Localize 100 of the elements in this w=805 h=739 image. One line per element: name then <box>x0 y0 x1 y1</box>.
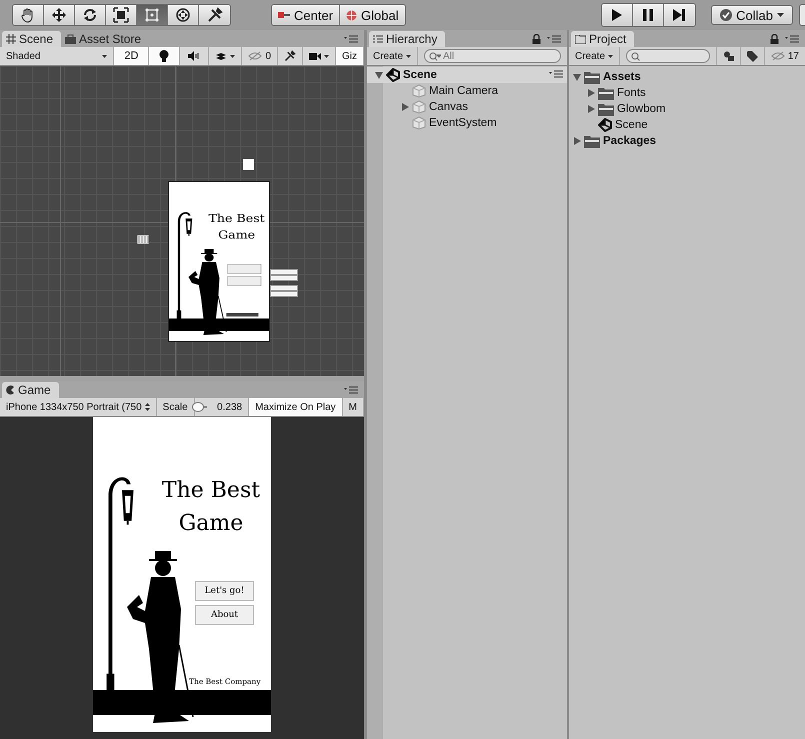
layers-icon <box>215 51 228 61</box>
asset-label[interactable]: Scene <box>615 119 648 131</box>
lightbulb-icon <box>159 50 170 62</box>
panel-menu-icon[interactable] <box>785 34 799 42</box>
create-dropdown[interactable]: Create <box>569 47 620 65</box>
panel-tab[interactable]: Asset Store <box>61 31 150 47</box>
transform-tool-button[interactable] <box>168 5 199 25</box>
tools-icon <box>206 7 222 23</box>
dropdown-caret-icon <box>102 54 108 58</box>
scale-slider[interactable] <box>190 402 210 412</box>
folder-icon <box>598 86 614 100</box>
toolbar-toggle[interactable]: M <box>342 398 364 416</box>
folder-label[interactable]: Glowbom <box>617 103 666 115</box>
collab-button[interactable]: Collab <box>711 5 793 25</box>
rotate-tool-button[interactable] <box>75 5 106 25</box>
collapsed-arrow-icon[interactable] <box>573 137 581 145</box>
cube-icon <box>412 100 426 114</box>
collapsed-arrow-icon[interactable] <box>587 89 595 97</box>
hierarchy-item[interactable]: Canvas <box>429 101 468 113</box>
hierarchy-item[interactable]: EventSystem <box>429 117 497 129</box>
folder-label[interactable]: Assets <box>603 71 641 83</box>
move-arrows-icon <box>51 7 67 23</box>
panel-tab[interactable]: Hierarchy <box>369 31 446 47</box>
space-toggle-button[interactable]: Global <box>340 5 405 25</box>
grid-icon <box>6 34 16 44</box>
folder-label[interactable]: Fonts <box>617 87 646 99</box>
step-button[interactable] <box>664 4 695 26</box>
menu-button[interactable]: About <box>195 605 254 625</box>
video-camera-icon <box>309 52 321 60</box>
search-field[interactable]: All <box>424 49 561 63</box>
selection-handle[interactable] <box>243 159 254 170</box>
dropdown-caret-icon <box>230 54 236 58</box>
hand-tool-button[interactable] <box>13 5 44 25</box>
expanded-arrow-icon[interactable] <box>375 71 383 79</box>
cube-icon <box>412 84 426 98</box>
lighting-toggle-button[interactable] <box>149 47 180 65</box>
hierarchy-item[interactable]: Main Camera <box>429 85 498 97</box>
stepper-icon <box>144 403 150 411</box>
speaker-icon <box>188 51 200 61</box>
pause-button[interactable] <box>632 4 664 26</box>
game-tab-icon <box>6 385 15 395</box>
search-field[interactable] <box>626 49 710 63</box>
dropdown-caret-icon <box>324 54 329 58</box>
caret-icon <box>777 13 784 17</box>
bag-icon <box>65 34 76 44</box>
resolution-dropdown[interactable]: iPhone 1334x750 Portrait (750 <box>0 398 157 416</box>
hidden-packages-button[interactable]: 17 <box>764 47 805 65</box>
hidden-eye-icon <box>248 51 262 61</box>
pivot-toggle-button[interactable]: Center <box>272 5 340 25</box>
transform-icon <box>175 7 191 23</box>
lock-icon[interactable] <box>532 34 541 44</box>
unity-logo-icon <box>386 68 400 82</box>
preview-button-shape <box>227 264 262 274</box>
globe-icon <box>346 10 358 20</box>
create-dropdown[interactable]: Create <box>367 47 418 65</box>
step-icon <box>671 7 688 23</box>
panel-menu-icon[interactable] <box>344 34 358 42</box>
lock-icon[interactable] <box>770 34 779 44</box>
maximize-on-play-toggle[interactable]: Maximize On Play <box>249 398 343 416</box>
cube-icon <box>412 116 426 130</box>
expanded-arrow-icon[interactable] <box>573 73 581 81</box>
collapsed-arrow-icon[interactable] <box>587 105 595 113</box>
game-title: Game <box>178 510 244 537</box>
scale-tool-button[interactable] <box>106 5 137 25</box>
panel-tab[interactable]: Game <box>2 382 59 398</box>
collapsed-arrow-icon[interactable] <box>401 103 409 111</box>
tools-icon <box>284 50 296 62</box>
tag-icon <box>746 50 758 62</box>
play-button[interactable] <box>602 4 633 26</box>
filter-type-button[interactable] <box>716 47 741 65</box>
scene-view[interactable]: The Best Game <box>0 66 364 376</box>
game-title: The Best <box>162 477 260 504</box>
move-tool-button[interactable] <box>44 5 75 25</box>
unity-logo-icon <box>598 118 612 132</box>
2d-toggle-button[interactable]: 2D <box>114 47 150 65</box>
dropdown-caret-icon <box>406 54 412 58</box>
slider-thumb[interactable] <box>192 402 204 412</box>
scene-name[interactable]: Scene <box>403 69 437 81</box>
dropdown-caret-icon <box>608 54 614 58</box>
panel-tab[interactable]: Scene <box>2 31 62 47</box>
panel-menu-icon[interactable] <box>549 70 563 78</box>
gizmos-dropdown[interactable]: Giz <box>336 47 364 65</box>
preview-title-text: The Best <box>208 212 265 226</box>
panel-menu-icon[interactable] <box>547 34 561 42</box>
folder-label[interactable]: Packages <box>603 135 656 147</box>
panel-menu-icon[interactable] <box>344 386 358 394</box>
menu-button[interactable]: Let's go! <box>195 581 254 601</box>
pivot-icon <box>278 11 290 19</box>
preview-button-shape <box>227 276 262 286</box>
rect-tool-button[interactable] <box>137 5 168 25</box>
custom-tool-button[interactable] <box>199 5 230 25</box>
camera-gizmo-icon <box>137 235 149 244</box>
folder-icon <box>598 102 614 116</box>
preview-title-text: Game <box>218 228 256 242</box>
rotate-icon <box>82 7 98 23</box>
hidden-objects-button[interactable]: 0 <box>242 47 278 65</box>
hidden-eye-icon <box>770 51 785 61</box>
scale-icon <box>113 7 129 23</box>
list-icon <box>373 35 383 43</box>
panel-tab[interactable]: Project <box>571 31 634 47</box>
